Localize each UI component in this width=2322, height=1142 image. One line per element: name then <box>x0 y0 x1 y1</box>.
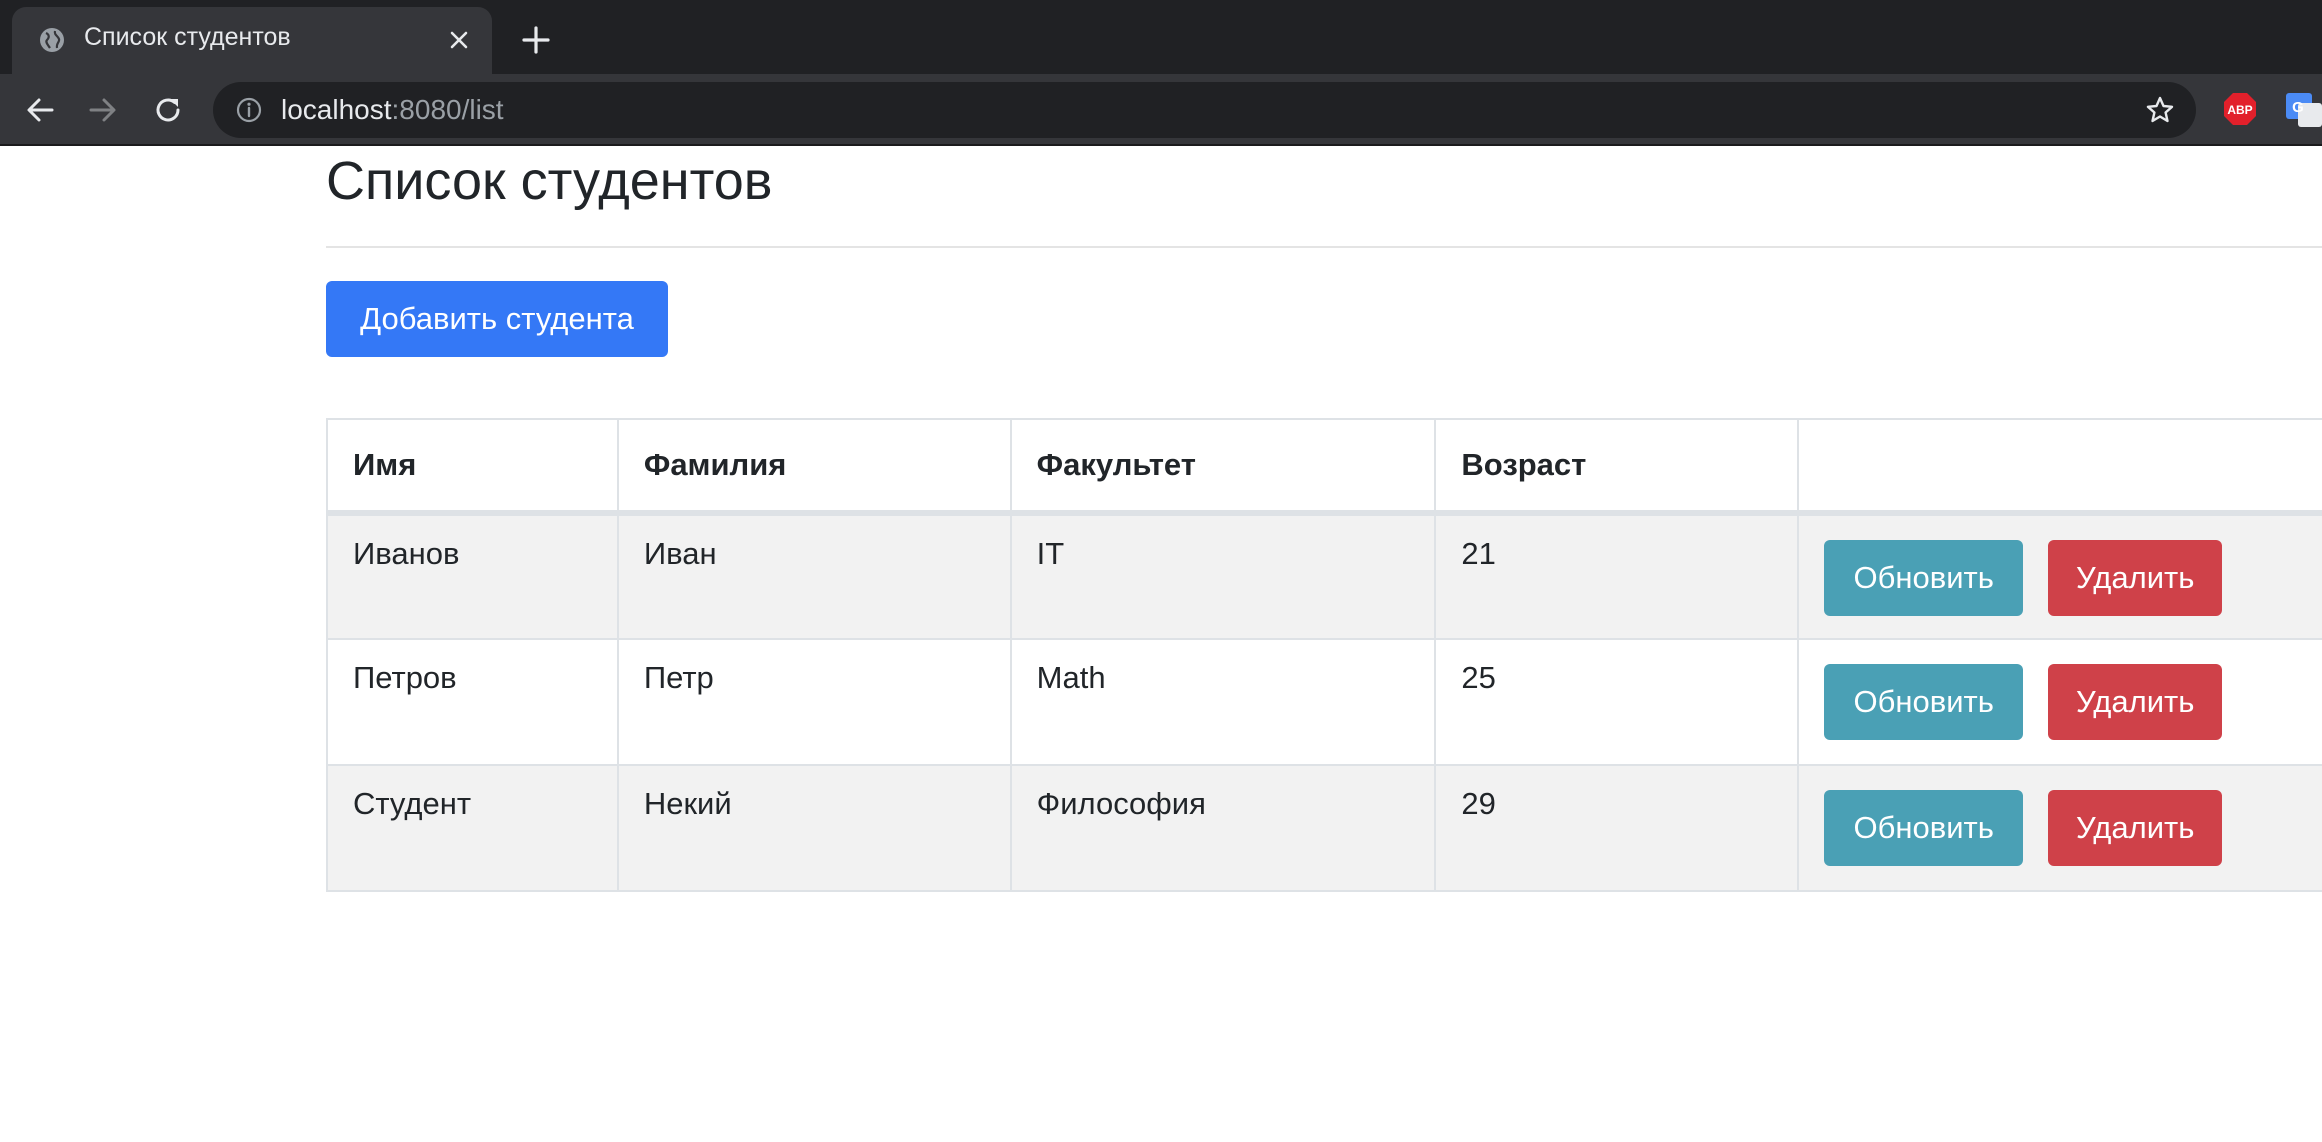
cell-name: Студент <box>326 764 619 892</box>
update-button[interactable]: Обновить <box>1824 664 2024 740</box>
close-icon[interactable] <box>444 25 474 55</box>
url-path: :8080/list <box>391 94 504 125</box>
browser-tab[interactable]: Список студентов <box>12 7 492 74</box>
update-button[interactable]: Обновить <box>1824 790 2024 866</box>
info-icon[interactable] <box>235 96 263 124</box>
cell-name: Петров <box>326 638 619 766</box>
adblock-label: ABP <box>2227 103 2252 117</box>
address-bar[interactable]: localhost:8080/list <box>213 82 2196 138</box>
delete-button[interactable]: Удалить <box>2048 790 2223 866</box>
forward-arrow-icon[interactable] <box>85 92 121 128</box>
table-row: Студент Некий Философия 29 Обновить Удали… <box>326 764 2322 892</box>
reload-icon[interactable] <box>150 92 186 128</box>
tab-title: Список студентов <box>84 23 291 51</box>
column-header-faculty: Факультет <box>1009 418 1437 516</box>
cell-actions: Обновить Удалить <box>1797 638 2322 766</box>
browser-toolbar: localhost:8080/list ABP G <box>0 74 2322 146</box>
add-student-button[interactable]: Добавить студента <box>326 281 668 357</box>
students-table: Имя Фамилия Факультет Возраст Иванов Ива… <box>326 418 2322 892</box>
globe-icon <box>40 28 64 52</box>
adblock-icon[interactable]: ABP <box>2222 91 2258 127</box>
browser-tab-bar: Список студентов <box>0 0 2322 74</box>
column-header-name: Имя <box>326 418 619 516</box>
cell-faculty: Философия <box>1009 764 1437 892</box>
cell-name: Иванов <box>326 512 619 640</box>
column-header-age: Возраст <box>1434 418 1800 516</box>
translate-icon[interactable]: G <box>2286 91 2322 127</box>
cell-age: 21 <box>1434 512 1800 640</box>
table-row: Петров Петр Math 25 Обновить Удалить <box>326 638 2322 766</box>
cell-actions: Обновить Удалить <box>1797 764 2322 892</box>
cell-faculty: IT <box>1009 512 1437 640</box>
cell-age: 25 <box>1434 638 1800 766</box>
table-row: Иванов Иван IT 21 Обновить Удалить <box>326 512 2322 640</box>
cell-age: 29 <box>1434 764 1800 892</box>
delete-button[interactable]: Удалить <box>2048 664 2223 740</box>
cell-surname: Иван <box>616 512 1012 640</box>
column-header-actions <box>1797 418 2322 516</box>
star-icon[interactable] <box>2144 94 2176 126</box>
table-header-row: Имя Фамилия Факультет Возраст <box>326 418 2322 516</box>
url-host: localhost <box>281 94 392 125</box>
delete-button[interactable]: Удалить <box>2048 540 2223 616</box>
cell-faculty: Math <box>1009 638 1437 766</box>
url-text: localhost:8080/list <box>281 94 504 126</box>
page-title: Список студентов <box>326 151 773 211</box>
plus-icon[interactable] <box>518 22 554 58</box>
cell-surname: Петр <box>616 638 1012 766</box>
cell-surname: Некий <box>616 764 1012 892</box>
back-arrow-icon[interactable] <box>22 92 58 128</box>
title-divider <box>326 246 2322 248</box>
cell-actions: Обновить Удалить <box>1797 512 2322 640</box>
update-button[interactable]: Обновить <box>1824 540 2024 616</box>
translate-label: G <box>2292 99 2304 116</box>
column-header-surname: Фамилия <box>616 418 1012 516</box>
